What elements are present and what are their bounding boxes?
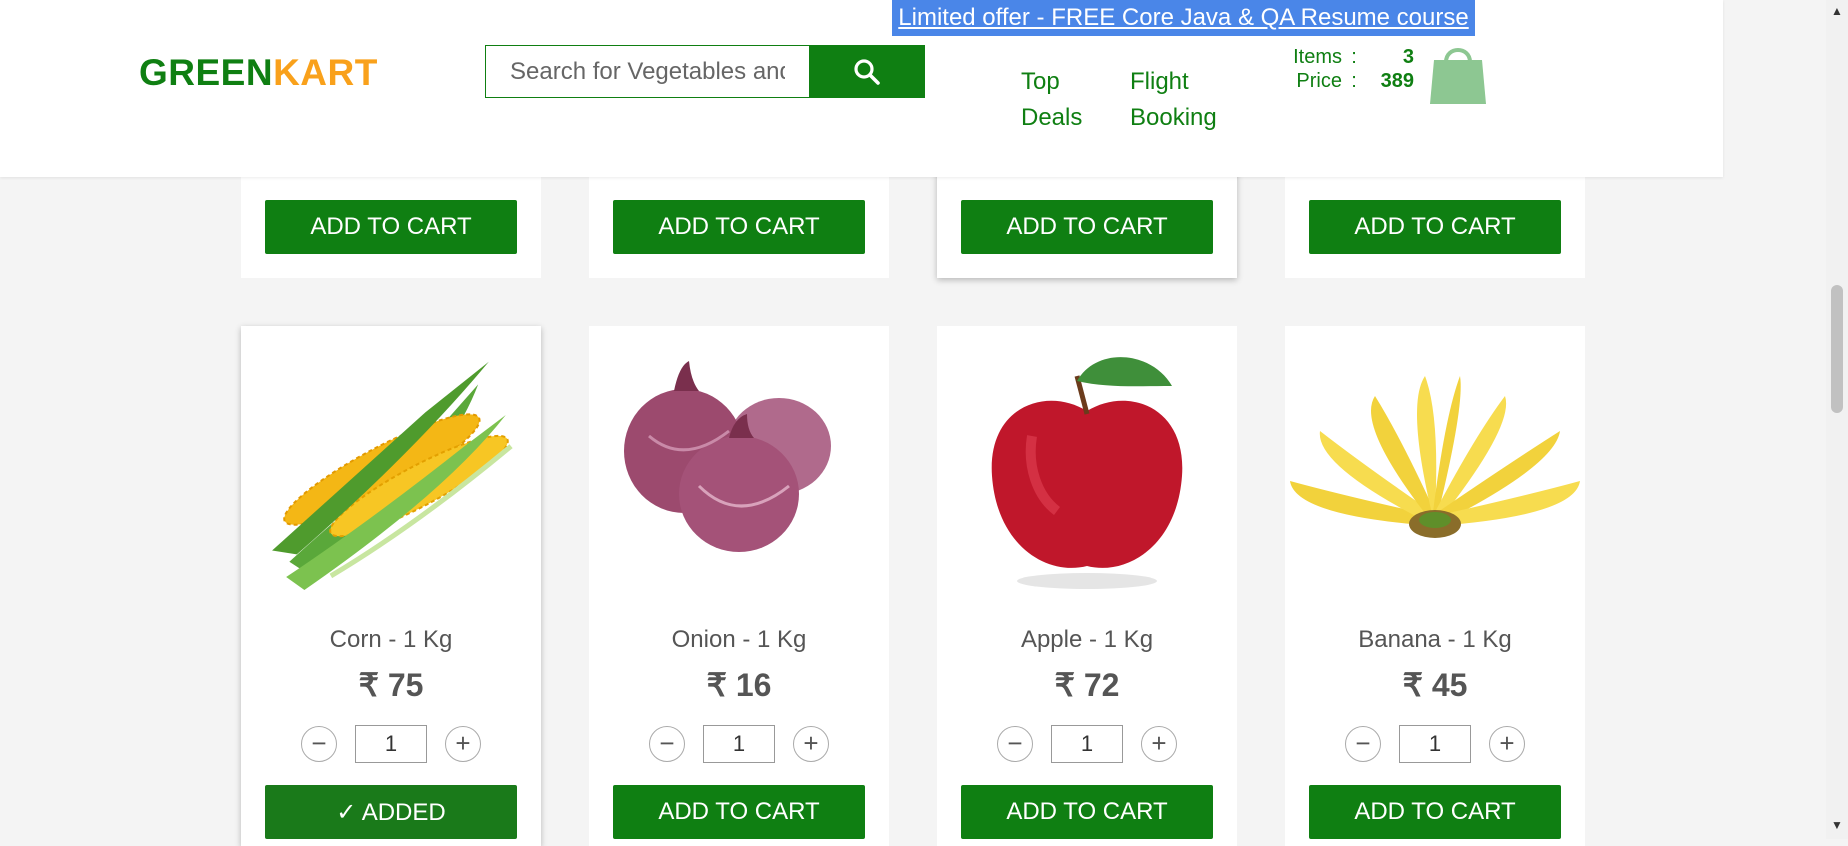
product-card-banana: Banana - 1 Kg ₹ 45 − + ADD TO CART xyxy=(1285,326,1585,846)
brand-logo-orange: KART xyxy=(273,52,378,93)
product-name: Corn - 1 Kg xyxy=(329,626,453,653)
increment-button[interactable]: + xyxy=(1141,726,1177,762)
increment-button[interactable]: + xyxy=(445,726,481,762)
add-to-cart-button[interactable]: ADD TO CART xyxy=(265,200,517,254)
product-price: ₹ 45 xyxy=(1402,667,1468,703)
nav-top-deals[interactable]: Top Deals xyxy=(1021,64,1082,136)
cart-items-label: Items xyxy=(1293,46,1342,68)
product-price: ₹ 16 xyxy=(706,667,772,703)
add-to-cart-button[interactable]: ADD TO CART xyxy=(1309,785,1561,839)
onion-image xyxy=(624,361,831,552)
quantity-input[interactable] xyxy=(1399,725,1471,763)
cart-price-label: Price xyxy=(1296,70,1342,92)
add-to-cart-button[interactable]: ADD TO CART xyxy=(961,785,1213,839)
nav-flight-booking[interactable]: Flight Booking xyxy=(1130,64,1217,136)
corn-image xyxy=(272,361,513,591)
cart-items-count: 3 xyxy=(1402,46,1414,68)
cart-icon[interactable] xyxy=(1428,40,1488,111)
nav-top-deals-line2: Deals xyxy=(1021,104,1083,131)
add-to-cart-button[interactable]: ADD TO CART xyxy=(1309,200,1561,254)
product-name: Onion - 1 Kg xyxy=(671,626,807,653)
nav-top-deals-line1: Top xyxy=(1021,68,1060,95)
add-to-cart-button[interactable]: ADD TO CART xyxy=(613,200,865,254)
search-icon xyxy=(854,58,880,85)
nav-flight-booking-line1: Flight xyxy=(1130,68,1189,95)
add-to-cart-button[interactable]: ADD TO CART xyxy=(961,200,1213,254)
search-button[interactable] xyxy=(809,45,925,98)
increment-button[interactable]: + xyxy=(793,726,829,762)
cart-price-separator: : xyxy=(1351,70,1357,92)
banana-image xyxy=(1290,376,1580,538)
apple-image xyxy=(991,357,1183,589)
scroll-up-arrow-icon[interactable]: ▲ xyxy=(1830,4,1844,18)
brand-logo[interactable]: GREENKART xyxy=(139,52,378,94)
added-button[interactable]: ✓ ADDED xyxy=(265,785,517,839)
product-card-apple: Apple - 1 Kg ₹ 72 − + ADD TO CART xyxy=(937,326,1237,846)
quantity-input[interactable] xyxy=(703,725,775,763)
decrement-button[interactable]: − xyxy=(301,726,337,762)
search-input[interactable] xyxy=(485,45,809,98)
quantity-input[interactable] xyxy=(1051,725,1123,763)
promo-banner: Limited offer - FREE Core Java & QA Resu… xyxy=(892,0,1475,36)
cart-price-total: 389 xyxy=(1380,70,1414,92)
decrement-button[interactable]: − xyxy=(1345,726,1381,762)
add-to-cart-button[interactable]: ADD TO CART xyxy=(613,785,865,839)
promo-link[interactable]: Limited offer - FREE Core Java & QA Resu… xyxy=(898,4,1468,31)
product-price: ₹ 75 xyxy=(358,667,424,703)
increment-button[interactable]: + xyxy=(1489,726,1525,762)
decrement-button[interactable]: − xyxy=(649,726,685,762)
decrement-button[interactable]: − xyxy=(997,726,1033,762)
product-card-corn: Corn - 1 Kg ₹ 75 − + ✓ ADDED xyxy=(241,326,541,846)
product-card-onion: Onion - 1 Kg ₹ 16 − + ADD TO CART xyxy=(589,326,889,846)
quantity-input[interactable] xyxy=(355,725,427,763)
cart-items-separator: : xyxy=(1351,46,1357,68)
nav-flight-booking-line2: Booking xyxy=(1130,104,1217,131)
vertical-scrollbar[interactable]: ▲ ▼ xyxy=(1826,0,1848,839)
brand-logo-green: GREEN xyxy=(139,52,274,93)
product-name: Apple - 1 Kg xyxy=(1020,626,1154,653)
product-name: Banana - 1 Kg xyxy=(1358,626,1512,653)
scrollbar-thumb[interactable] xyxy=(1831,285,1843,413)
scroll-down-arrow-icon[interactable]: ▼ xyxy=(1830,818,1844,832)
product-price: ₹ 72 xyxy=(1054,667,1120,703)
cart-summary: Items : 3 Price : 389 xyxy=(1280,45,1414,93)
